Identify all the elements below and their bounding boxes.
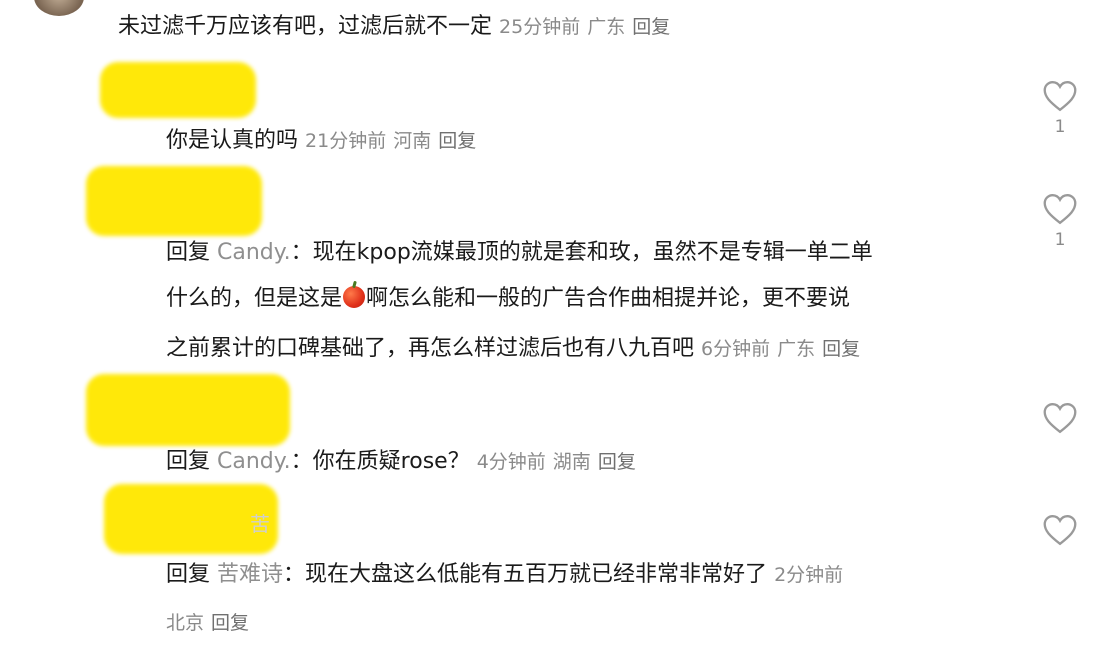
avatar[interactable] [34,0,84,16]
comment-3-text-line-4: 之前累计的口碑基础了，再怎么样过滤后也有八九百吧 [166,336,695,361]
comment-3-like-button[interactable]: 1 [1040,193,1080,249]
redacted-username [86,166,262,236]
comment-5-text: 现在大盘这么低能有五百万就已经非常非常好了 [305,562,768,587]
comment-3-reply-button[interactable]: 回复 [822,338,860,360]
comment-1-time: 25分钟前 [499,16,581,38]
comment-5-location: 北京 [166,612,205,634]
comment-3-line-2: 什么的，但是这是 啊怎么能和一般的广告合作曲相提并论，更不要说 [166,284,850,314]
comment-3-text-line-3: 啊怎么能和一般的广告合作曲相提并论，更不要说 [366,286,851,311]
redacted-username [86,374,290,446]
comment-4-text: 你在质疑rose？ [312,449,470,474]
comment-4-body: 回复 Candy.：你在质疑rose？ 4分钟前 湖南 回复 [166,447,636,477]
comment-2-time: 21分钟前 [305,130,387,152]
comment-5-colon: ： [283,562,306,587]
comment-4-like-button[interactable] [1040,402,1080,434]
comment-3-mention[interactable]: Candy. [217,240,291,265]
comment-3-text-line-1: 现在kpop流媒最顶的就是套和玫，虽然不是专辑一单二单 [312,240,873,265]
comment-4-reply-prefix: 回复 [166,449,211,474]
comment-2-text: 你是认真的吗 [166,128,299,153]
comment-4-colon: ： [290,449,313,474]
redacted-username [100,62,256,118]
comment-4-mention[interactable]: Candy. [217,449,291,474]
comment-3-reply-prefix: 回复 [166,240,211,265]
comment-1-reply-button[interactable]: 回复 [632,16,670,38]
comment-3-colon: ： [290,240,313,265]
comment-4-location: 湖南 [552,451,591,473]
comment-5-line-2: 北京 回复 [166,608,249,638]
comment-1-location: 广东 [587,16,626,38]
comment-5-like-button[interactable] [1040,514,1080,546]
comment-1-body: 未过滤千万应该有吧，过滤后就不一定 25分钟前 广东 回复 [118,12,670,42]
comment-5-mention[interactable]: 苦难诗 [217,562,283,587]
heart-outline-icon [1043,515,1077,546]
comment-2-like-button[interactable]: 1 [1040,80,1080,136]
comment-3-like-count: 1 [1054,230,1066,250]
comment-2-body: 你是认真的吗 21分钟前 河南 回复 [166,126,476,156]
comment-2-like-count: 1 [1054,117,1066,137]
comment-3-text-line-2: 什么的，但是这是 [166,286,343,311]
comment-5-reply-prefix: 回复 [166,562,211,587]
comment-5-reply-button[interactable]: 回复 [211,612,249,634]
heart-outline-icon [1043,81,1077,112]
comment-3-time: 6分钟前 [701,338,771,360]
comment-3-line-3: 之前累计的口碑基础了，再怎么样过滤后也有八九百吧 6分钟前 广东 回复 [166,334,860,364]
comment-5-time: 2分钟前 [774,564,844,586]
comment-3-location: 广东 [777,338,816,360]
comment-3-line-1: 回复 Candy.：现在kpop流媒最顶的就是套和玫，虽然不是专辑一单二单 [166,238,873,268]
comment-1-text: 未过滤千万应该有吧，过滤后就不一定 [118,14,493,39]
heart-outline-icon [1043,403,1077,434]
comment-4-time: 4分钟前 [476,451,546,473]
heart-outline-icon [1043,194,1077,225]
faint-username-char: 苦 [250,512,270,536]
comment-5-line-1: 回复 苦难诗：现在大盘这么低能有五百万就已经非常非常好了 2分钟前 [166,560,843,590]
comment-2-location: 河南 [393,130,432,152]
red-apple-emoji-icon [343,286,366,308]
comment-4-reply-button[interactable]: 回复 [598,451,636,473]
comment-2-reply-button[interactable]: 回复 [438,130,476,152]
